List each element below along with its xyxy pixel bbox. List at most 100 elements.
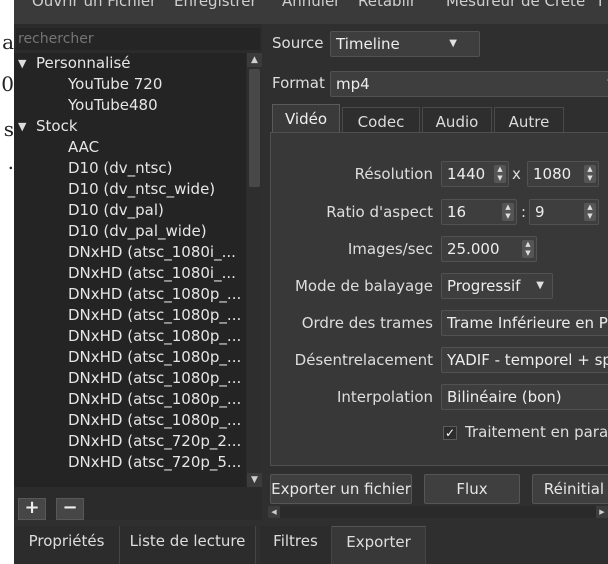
fps-spinbox[interactable]: 25.000 ▲ ▼ [441, 236, 537, 262]
tree-item[interactable]: D10 (dv_ntsc_wide) [14, 179, 246, 200]
spin-arrows-icon[interactable]: ▲ ▼ [502, 203, 514, 221]
tab-filters[interactable]: Filtres [260, 526, 332, 564]
tree-item-label: DNxHD (atsc_1080p_... [68, 306, 242, 324]
tree-item-label: YouTube480 [68, 96, 158, 114]
tab-video[interactable]: Vidéo [272, 104, 340, 135]
expand-arrow-icon[interactable]: ▼ [18, 116, 26, 137]
aspect-num-spinbox[interactable]: 16 ▲ ▼ [441, 199, 517, 225]
tree-item[interactable]: DNxHD (atsc_1080p_... [14, 389, 246, 410]
aspect-den-spinbox[interactable]: 9 ▲ ▼ [529, 199, 599, 225]
tree-item[interactable]: DNxHD (atsc_1080i_... [14, 242, 246, 263]
field-order-select[interactable]: Trame Inférieure en Pre [441, 310, 608, 336]
tab-audio[interactable]: Audio [422, 107, 492, 135]
horizontal-scrollbar[interactable]: ◀ ▶ [268, 506, 608, 518]
spin-arrows-icon[interactable]: ▲ ▼ [522, 240, 534, 258]
tree-item-label: AAC [68, 138, 100, 156]
tree-item-label: Stock [36, 117, 78, 135]
toolbar-open-file[interactable]: Ouvrir un Fichier [32, 0, 156, 10]
width-value: 1440 [447, 165, 486, 183]
deinterlace-value: YADIF - temporel + spa [447, 351, 608, 369]
deinterlace-select[interactable]: YADIF - temporel + spa [441, 347, 608, 373]
tree-item[interactable]: DNxHD (atsc_720p_2... [14, 431, 246, 452]
toolbar-undo[interactable]: Annuler [282, 0, 340, 10]
tree-item[interactable]: DNxHD (atsc_1080i_... [14, 263, 246, 284]
tab-playlist[interactable]: Liste de lecture [120, 526, 256, 564]
tab-properties[interactable]: Propriétés [14, 526, 120, 564]
fps-label: Images/sec [347, 240, 433, 258]
toolbar-more[interactable]: I [598, 0, 602, 10]
toolbar-redo[interactable]: Rétablir [358, 0, 416, 10]
expand-arrow-icon[interactable]: ▼ [18, 53, 26, 74]
scroll-left-icon[interactable]: ◀ [268, 506, 280, 518]
tree-item[interactable]: DNxHD (atsc_1080p_... [14, 410, 246, 431]
reset-button[interactable]: Réinitial [532, 474, 608, 504]
preset-tree: ▼ Personnalisé YouTube 720 YouTube480 ▼ Stock… [14, 53, 246, 487]
presets-panel: ▼ Personnalisé YouTube 720 YouTube480 ▼ Stock… [14, 24, 262, 520]
field-order-value: Trame Inférieure en Pre [447, 314, 608, 332]
toolbar: Ouvrir un Fichier Enregistrer Annuler Ré… [14, 0, 608, 24]
tree-item[interactable]: YouTube480 [14, 95, 246, 116]
format-label: Format [272, 74, 325, 92]
tab-codec[interactable]: Codec [342, 107, 420, 135]
scan-mode-select[interactable]: Progressif ▼ [441, 273, 553, 299]
tree-item-label: DNxHD (atsc_720p_5... [68, 453, 242, 471]
tree-item[interactable]: YouTube 720 [14, 74, 246, 95]
height-spinbox[interactable]: 1080 ▲ ▼ [527, 161, 599, 187]
tree-group[interactable]: ▼ Personnalisé [14, 53, 246, 74]
interpolation-value: Bilinéaire (bon) [447, 388, 562, 406]
export-file-button[interactable]: Exporter un fichier [270, 474, 412, 504]
export-panel: Source Timeline ▼ Format mp4 ▼ Vidéo Cod… [266, 24, 608, 520]
width-spinbox[interactable]: 1440 ▲ ▼ [441, 161, 509, 187]
interpolation-select[interactable]: Bilinéaire (bon) [441, 384, 608, 410]
tab-export[interactable]: Exporter [332, 526, 426, 564]
scroll-down-icon[interactable]: ▼ [247, 473, 262, 487]
tree-item[interactable]: DNxHD (atsc_1080p_... [14, 368, 246, 389]
tree-item[interactable]: DNxHD (atsc_1080p_... [14, 347, 246, 368]
video-settings: Résolution 1440 ▲ ▼ x 1080 ▲ ▼ Ratio d'asp… [270, 132, 608, 466]
add-preset-button[interactable]: + [18, 498, 46, 520]
scroll-right-icon[interactable]: ▶ [596, 506, 608, 518]
source-select[interactable]: Timeline ▼ [330, 31, 480, 57]
tree-scrollbar[interactable]: ▲ ▼ [247, 53, 262, 487]
tree-item[interactable]: DNxHD (atsc_720p_5... [14, 452, 246, 473]
toolbar-save[interactable]: Enregistrer [174, 0, 257, 10]
stream-button[interactable]: Flux [424, 474, 520, 504]
spin-arrows-icon[interactable]: ▲ ▼ [584, 165, 596, 183]
aspect-label: Ratio d'aspect [326, 203, 433, 221]
tree-group[interactable]: ▼ Stock [14, 116, 246, 137]
chevron-down-icon: ▼ [449, 38, 457, 49]
tree-item-label: DNxHD (atsc_1080i_... [68, 243, 236, 261]
scan-mode-value: Progressif [447, 277, 521, 295]
tree-item-label: DNxHD (atsc_1080p_... [68, 285, 242, 303]
tree-item-label: DNxHD (atsc_1080p_... [68, 348, 242, 366]
interpolation-label: Interpolation [337, 388, 433, 406]
fps-value: 25.000 [447, 240, 500, 258]
preset-search-input[interactable] [16, 28, 260, 50]
format-select[interactable]: mp4 ▼ [330, 71, 608, 97]
tree-item[interactable]: D10 (dv_pal_wide) [14, 221, 246, 242]
spin-arrows-icon[interactable]: ▲ ▼ [584, 203, 596, 221]
source-label: Source [272, 34, 324, 52]
bg-text: s [3, 117, 14, 141]
tree-item[interactable]: AAC [14, 137, 246, 158]
aspect-separator: : [521, 203, 527, 221]
tree-item[interactable]: DNxHD (atsc_1080p_... [14, 305, 246, 326]
parallel-label: Traitement en parallè [465, 423, 608, 441]
tree-item[interactable]: D10 (dv_ntsc) [14, 158, 246, 179]
tree-item-label: DNxHD (atsc_1080p_... [68, 327, 242, 345]
scroll-up-icon[interactable]: ▲ [247, 53, 262, 67]
tree-item[interactable]: DNxHD (atsc_1080p_... [14, 284, 246, 305]
background-document: a 0 s . [0, 0, 14, 564]
spin-arrows-icon[interactable]: ▲ ▼ [494, 165, 506, 183]
scroll-thumb[interactable] [249, 69, 260, 187]
resolution-label: Résolution [354, 165, 433, 183]
remove-preset-button[interactable]: − [56, 498, 84, 520]
tree-item[interactable]: D10 (dv_pal) [14, 200, 246, 221]
parallel-checkbox[interactable]: ✓ [443, 426, 457, 440]
tree-item-label: DNxHD (atsc_1080i_... [68, 264, 236, 282]
toolbar-peak-meter[interactable]: Mesureur de Crête [446, 0, 585, 10]
height-value: 1080 [533, 165, 572, 183]
source-value: Timeline [336, 35, 400, 53]
tab-other[interactable]: Autre [494, 107, 564, 135]
tree-item[interactable]: DNxHD (atsc_1080p_... [14, 326, 246, 347]
